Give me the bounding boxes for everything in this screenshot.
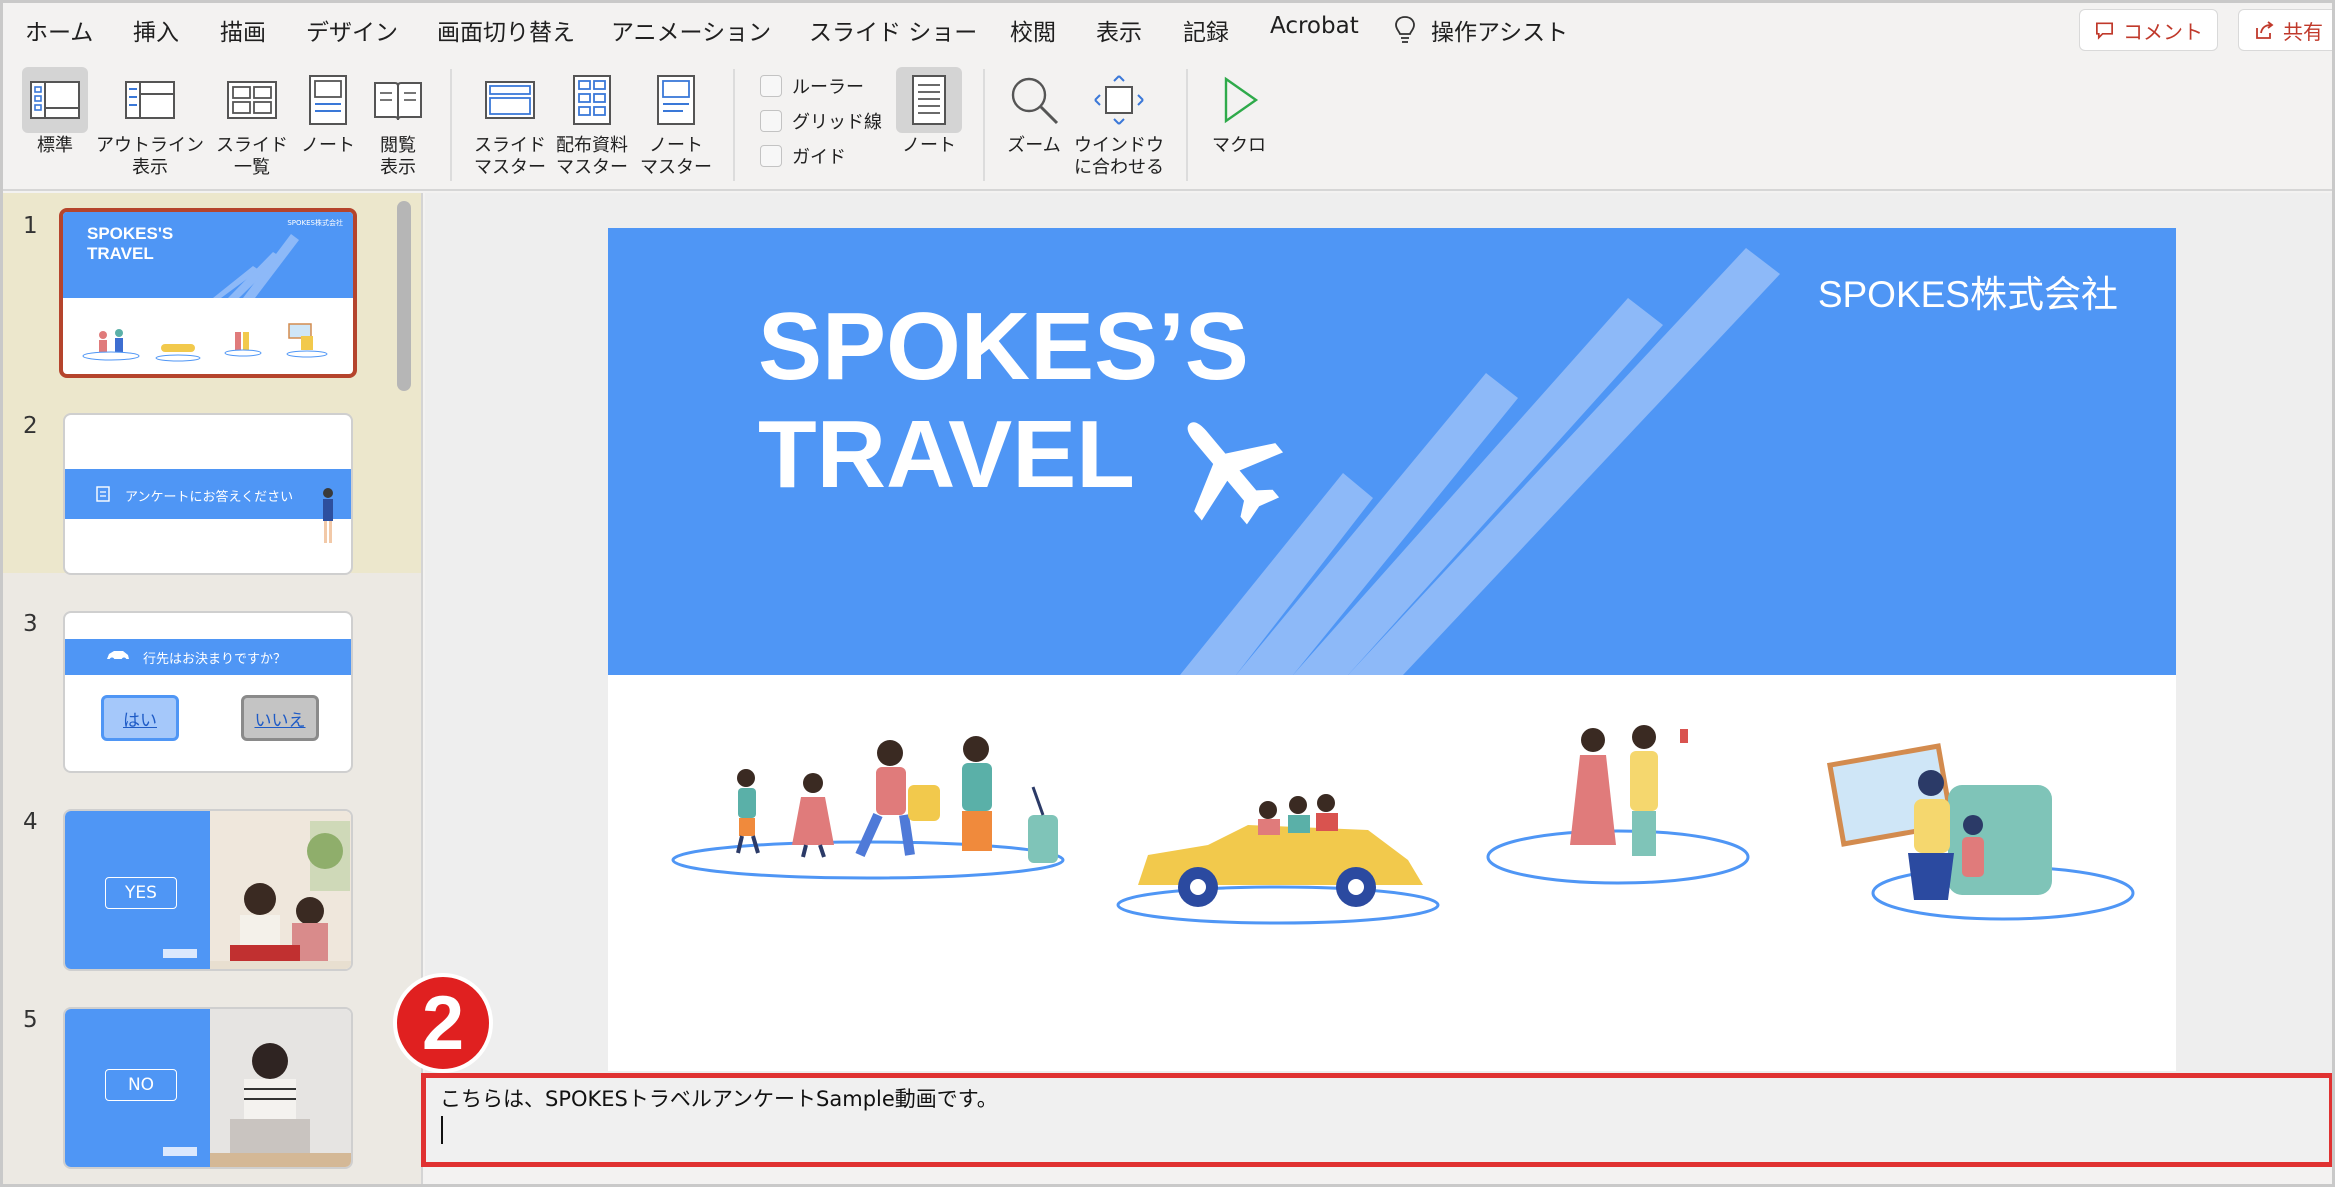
- handout-master-button[interactable]: 配布資料 マスター: [556, 67, 628, 179]
- outline-view-icon: [125, 81, 175, 119]
- step-number-badge: 2: [393, 973, 493, 1073]
- outline-view-button[interactable]: アウトライン 表示: [96, 67, 204, 179]
- reading-view-button[interactable]: 閲覧 表示: [365, 67, 431, 179]
- tab-record[interactable]: 記録: [1183, 13, 1229, 47]
- share-button[interactable]: 共有: [2238, 9, 2332, 51]
- guides-checkbox[interactable]: ガイド: [760, 143, 846, 169]
- ruler-checkbox[interactable]: ルーラー: [760, 73, 864, 99]
- notes-text[interactable]: こちらは、SPOKESトラベルアンケートSample動画です。: [440, 1083, 998, 1113]
- tab-acrobat[interactable]: Acrobat: [1270, 13, 1359, 39]
- tell-me-assist[interactable]: 操作アシスト: [1431, 13, 1568, 47]
- slide-3-yes-button: はい: [101, 695, 179, 741]
- slide-thumbnail-3[interactable]: 行先はお決まりですか？ はい いいえ: [63, 611, 353, 773]
- person-pointing-illustration: [323, 488, 333, 543]
- normal-view-button[interactable]: 標準: [22, 67, 88, 157]
- powerpoint-window: ホーム 挿入 描画 デザイン 画面切り替え アニメーション スライド ショー 校…: [0, 0, 2335, 1187]
- slide-thumbnail-2[interactable]: アンケートにお答えください: [63, 413, 353, 575]
- panel-scrollbar[interactable]: [397, 201, 411, 391]
- ribbon-divider: [450, 69, 452, 181]
- slide-2-text: アンケートにお答えください: [125, 490, 294, 505]
- travel-illustrations: [671, 725, 2135, 925]
- slide-5-no-label: NO: [105, 1069, 177, 1101]
- slide-master-icon: [485, 81, 535, 119]
- slide-3-no-button: いいえ: [241, 695, 319, 741]
- handout-master-icon: [573, 75, 611, 125]
- car-icon: [107, 651, 129, 663]
- slide-number: 2: [23, 413, 38, 439]
- slide-number: 3: [23, 611, 38, 637]
- slide-thumbnail-1[interactable]: SPOKES'S TRAVEL SPOKES株式会社: [59, 208, 357, 378]
- tab-review[interactable]: 校閲: [1010, 13, 1056, 47]
- magnifier-icon: [1011, 77, 1059, 125]
- gridlines-checkbox[interactable]: グリッド線: [760, 108, 882, 134]
- ribbon-divider: [983, 69, 985, 181]
- slide-header-banner: SPOKES’S TRAVEL SPOKES株式会社: [608, 228, 2176, 675]
- macro-button[interactable]: マクロ: [1206, 67, 1272, 157]
- tab-design[interactable]: デザイン: [306, 13, 398, 47]
- play-icon: [1224, 76, 1259, 124]
- normal-view-icon: [30, 81, 80, 119]
- tab-home[interactable]: ホーム: [25, 13, 93, 47]
- slide-3-question: 行先はお決まりですか？: [143, 652, 287, 667]
- slide-number: 1: [23, 213, 38, 239]
- notes-toggle-button[interactable]: ノート: [896, 67, 962, 157]
- comment-button[interactable]: コメント: [2079, 9, 2218, 51]
- slide-master-button[interactable]: スライド マスター: [474, 67, 546, 179]
- notes-icon: [912, 75, 946, 125]
- slide-thumbnail-panel: 1 SPOKES'S TRAVEL SPOKES株式会社 2 アンケートにお答え…: [3, 193, 423, 1184]
- slide-1-company: SPOKES株式会社: [287, 219, 343, 227]
- ribbon-view: 標準 アウトライン 表示 スライド 一覧 ノート 閲覧 表示 スライド マスター…: [3, 57, 2332, 191]
- speaker-notes-pane[interactable]: こちらは、SPOKESトラベルアンケートSample動画です。: [421, 1073, 2332, 1167]
- fit-to-window-button[interactable]: ウインドウ に合わせる: [1074, 67, 1164, 179]
- slide-1-title: SPOKES'S TRAVEL: [87, 224, 174, 263]
- slide-sorter-button[interactable]: スライド 一覧: [216, 67, 288, 179]
- share-icon: [2256, 21, 2274, 39]
- comment-icon: [2096, 22, 2113, 40]
- slide-number: 5: [23, 1007, 38, 1033]
- menu-bar: ホーム 挿入 描画 デザイン 画面切り替え アニメーション スライド ショー 校…: [3, 3, 2332, 61]
- notes-master-button[interactable]: ノート マスター: [640, 67, 712, 179]
- tab-draw[interactable]: 描画: [220, 13, 266, 47]
- tab-transitions[interactable]: 画面切り替え: [437, 13, 575, 47]
- slide-4-yes-label: YES: [105, 877, 177, 909]
- fit-window-icon: [1094, 75, 1144, 125]
- ribbon-divider: [1186, 69, 1188, 181]
- slide-thumbnail-4[interactable]: YES: [63, 809, 353, 971]
- tab-animations[interactable]: アニメーション: [611, 13, 771, 47]
- notes-master-icon: [657, 75, 695, 125]
- ribbon-divider: [733, 69, 735, 181]
- slide-number: 4: [23, 809, 38, 835]
- notes-page-icon: [309, 75, 347, 125]
- notes-page-button[interactable]: ノート: [295, 67, 361, 157]
- zoom-button[interactable]: ズーム: [1001, 67, 1067, 157]
- survey-icon: [96, 486, 110, 502]
- worried-woman-photo: [210, 1009, 351, 1167]
- family-laptop-photo: [210, 811, 351, 969]
- reading-view-icon: [374, 82, 422, 121]
- current-slide[interactable]: SPOKES’S TRAVEL SPOKES株式会社: [608, 228, 2176, 1071]
- slide-thumbnail-5[interactable]: NO: [63, 1007, 353, 1169]
- tab-insert[interactable]: 挿入: [133, 13, 179, 47]
- slide-company-name[interactable]: SPOKES株式会社: [1818, 264, 2118, 318]
- slide-sorter-icon: [227, 81, 277, 119]
- tab-slideshow[interactable]: スライド ショー: [809, 13, 977, 47]
- airplane-icon: [1187, 422, 1284, 525]
- lightbulb-icon: [1395, 16, 1415, 43]
- tab-view[interactable]: 表示: [1096, 13, 1142, 61]
- text-cursor: [441, 1116, 443, 1144]
